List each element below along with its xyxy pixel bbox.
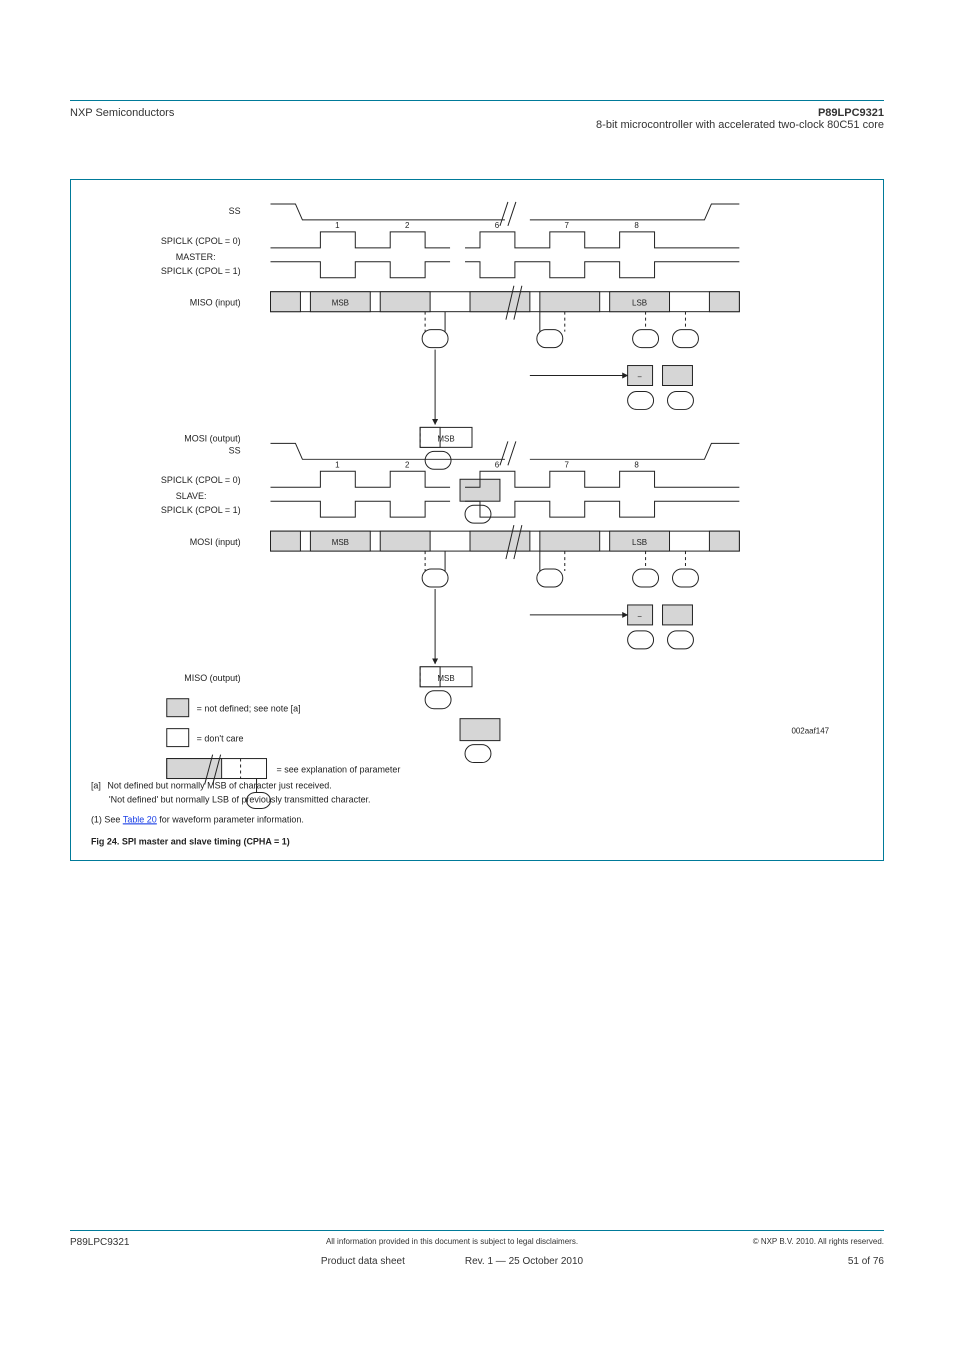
svg-text:SPICLK (CPOL = 0): SPICLK (CPOL = 0) xyxy=(161,475,241,485)
svg-text:SLAVE:: SLAVE: xyxy=(176,491,207,501)
legend: = not defined; see note [a] = don't care… xyxy=(167,699,401,809)
top-rule xyxy=(70,100,884,101)
label-miso-in-master: MISO (input) xyxy=(190,298,241,308)
t-spidh-capsule-master xyxy=(537,312,565,348)
header-left: NXP Semiconductors xyxy=(70,107,174,131)
miso-in-row-master: MSB LSB xyxy=(271,286,740,320)
label-spiclk0-master: SPICLK (CPOL = 0) xyxy=(161,236,241,246)
note-a-line2: 'Not defined' but normally LSB of previo… xyxy=(109,794,371,804)
svg-text:−: − xyxy=(637,612,642,621)
page: NXP Semiconductors P89LPC9321 8-bit micr… xyxy=(0,0,954,1351)
break-mark xyxy=(500,202,508,226)
footer-left: P89LPC9321 xyxy=(70,1237,190,1267)
slave-block: SS SPICLK (CPOL = 0) SPICLK (CPOL = 1) 1… xyxy=(161,441,739,762)
label-spiclk1-master: SPICLK (CPOL = 1) xyxy=(161,266,241,276)
note-a-line: [a] Not defined but normally MSB of char… xyxy=(91,780,332,790)
svg-text:MISO (output): MISO (output) xyxy=(184,673,240,683)
table-20-link[interactable]: Table 20 xyxy=(123,814,157,824)
spiclk0-waveform-master xyxy=(271,232,740,248)
break-mark xyxy=(508,202,516,226)
figure-frame: SS SPICLK (CPOL = 0) SPICLK (CPOL = 1) 1… xyxy=(70,179,884,861)
svg-text:MSB: MSB xyxy=(437,674,454,683)
header-subtitle: 8-bit microcontroller with accelerated t… xyxy=(596,119,884,131)
svg-text:7: 7 xyxy=(565,221,570,230)
svg-text:LSB: LSB xyxy=(632,538,647,547)
figure-caption: Fig 24. SPI master and slave timing (CPH… xyxy=(91,836,290,846)
svg-text:−: − xyxy=(637,373,642,382)
page-header: NXP Semiconductors P89LPC9321 8-bit micr… xyxy=(70,107,884,131)
footer-right: © NXP B.V. 2010. All rights reserved. 51… xyxy=(714,1237,884,1267)
svg-text:LSB: LSB xyxy=(632,299,647,308)
svg-text:MOSI (input): MOSI (input) xyxy=(190,537,241,547)
t-spilead-capsule-master xyxy=(633,312,659,348)
label-mosi-out-master: MOSI (output) xyxy=(184,433,240,443)
svg-text:6: 6 xyxy=(495,460,500,469)
note-a: 002aaf147 xyxy=(791,727,829,736)
page-footer: P89LPC9321 All information provided in t… xyxy=(70,1237,884,1267)
svg-text:6: 6 xyxy=(495,221,500,230)
svg-text:MSB: MSB xyxy=(332,299,349,308)
t-spidsu-capsule-master xyxy=(422,312,448,348)
t-spiclk-row-master: − xyxy=(530,366,694,410)
mosi-out-row-master: MSB xyxy=(420,427,472,469)
svg-text:8: 8 xyxy=(634,221,639,230)
svg-text:SPICLK (CPOL = 1): SPICLK (CPOL = 1) xyxy=(161,505,241,515)
svg-text:2: 2 xyxy=(405,460,410,469)
svg-text:MSB: MSB xyxy=(332,538,349,547)
svg-text:002aaf147: 002aaf147 xyxy=(791,727,829,736)
svg-text:MSB: MSB xyxy=(437,434,454,443)
svg-text:2: 2 xyxy=(405,221,410,230)
footnote-1: (1) See Table 20 for waveform parameter … xyxy=(91,814,304,824)
svg-text:= not defined; see note [a]: = not defined; see note [a] xyxy=(197,704,301,714)
spiclk1-waveform-master xyxy=(271,262,740,278)
footer-rule xyxy=(70,1230,884,1231)
svg-text:1: 1 xyxy=(335,460,340,469)
svg-text:7: 7 xyxy=(565,460,570,469)
header-right: P89LPC9321 8-bit microcontroller with ac… xyxy=(596,107,884,131)
svg-text:= don't care: = don't care xyxy=(197,734,244,744)
t-spilag-capsule-master xyxy=(673,312,699,348)
header-part-number: P89LPC9321 xyxy=(596,107,884,119)
svg-text:= see explanation of parameter: = see explanation of parameter xyxy=(276,765,400,775)
label-ss-master: SS xyxy=(229,206,241,216)
svg-text:SS: SS xyxy=(229,445,241,455)
section-label-master: MASTER: xyxy=(176,252,216,262)
svg-text:8: 8 xyxy=(634,460,639,469)
footer-mid: All information provided in this documen… xyxy=(190,1237,714,1267)
timing-diagram: SS SPICLK (CPOL = 0) SPICLK (CPOL = 1) 1… xyxy=(71,180,883,858)
svg-text:1: 1 xyxy=(335,221,340,230)
